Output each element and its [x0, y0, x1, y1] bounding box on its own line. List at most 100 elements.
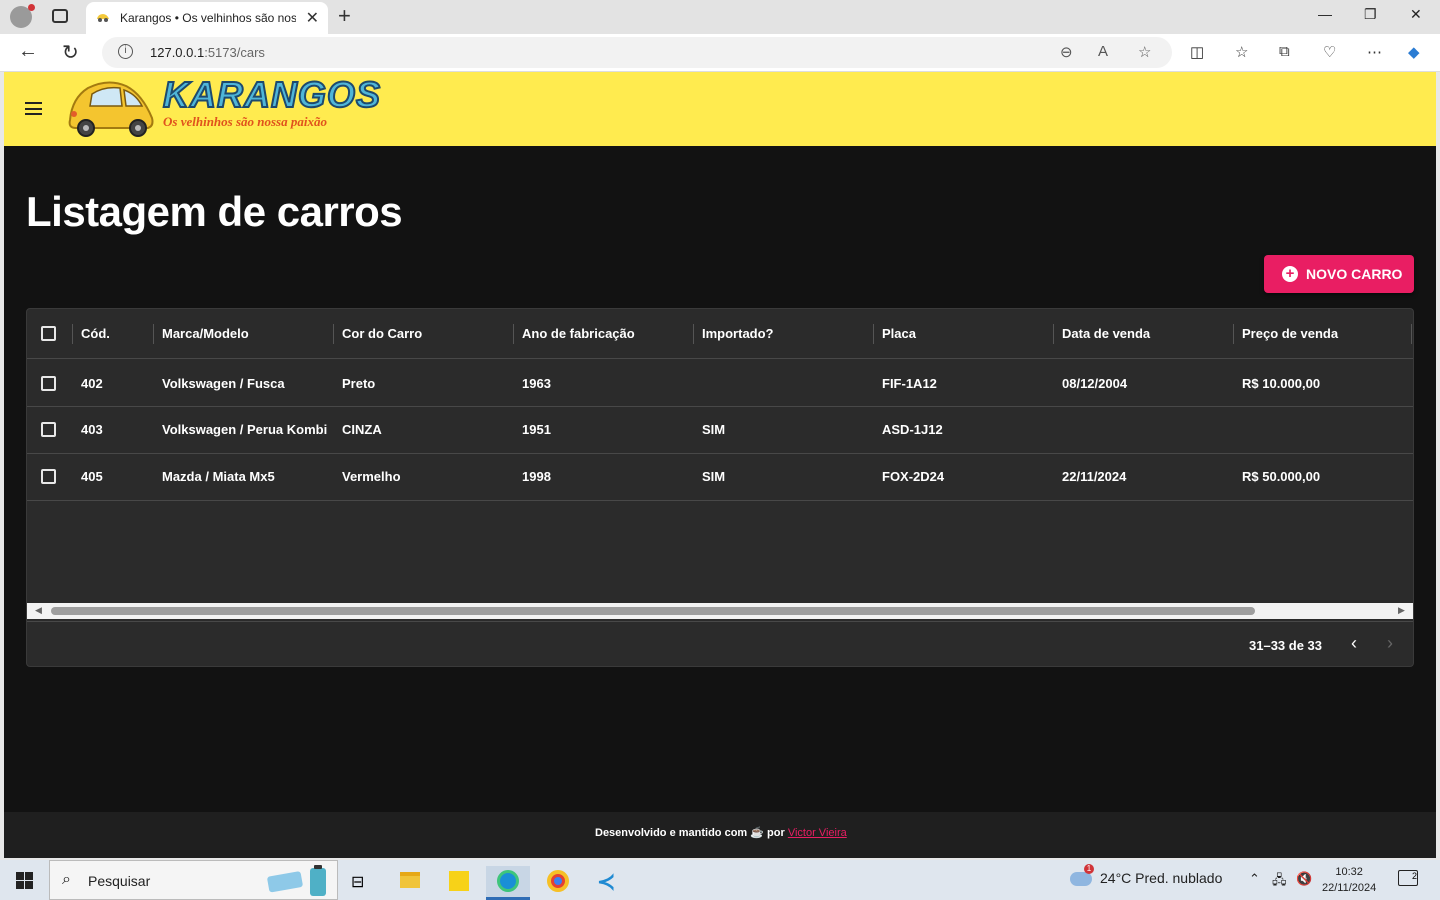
next-page-icon[interactable]: ›: [1387, 633, 1393, 654]
profile-icon[interactable]: [10, 4, 35, 28]
column-header-sale-date[interactable]: Data de venda: [1062, 326, 1150, 341]
column-separator: [333, 324, 334, 344]
cell-brand-model: Mazda / Miata Mx5: [162, 469, 275, 484]
cell-year: 1963: [522, 376, 551, 391]
favorite-star-icon[interactable]: ☆: [1138, 43, 1151, 61]
address-field[interactable]: i 127.0.0.1:5173/cars ⊖ A ☆: [102, 37, 1172, 68]
cell-year: 1951: [522, 422, 551, 437]
menu-icon[interactable]: [25, 102, 42, 115]
weather-widget[interactable]: 1 24°C Pred. nublado: [1070, 864, 1223, 887]
edge-browser-icon[interactable]: [486, 866, 530, 900]
column-separator: [153, 324, 154, 344]
clock-date: 22/11/2024: [1322, 882, 1377, 894]
pagination-range: 31–33 de 33: [1249, 638, 1323, 653]
browser-essentials-icon[interactable]: ♡: [1323, 43, 1336, 61]
new-tab-icon[interactable]: +: [338, 3, 351, 29]
grid-pagination: 31–33 de 33 ‹ ›: [27, 621, 1413, 667]
copilot-icon[interactable]: ◆: [1408, 43, 1420, 61]
travel-luggage-icon: [267, 865, 326, 896]
cell-code: 405: [81, 469, 103, 484]
row-checkbox[interactable]: [41, 469, 56, 484]
weather-text: 24°C Pred. nublado: [1100, 870, 1223, 886]
file-explorer-icon[interactable]: [388, 866, 432, 900]
reload-icon[interactable]: ↻: [62, 40, 79, 65]
new-car-button[interactable]: + NOVO CARRO: [1264, 255, 1414, 293]
cell-code: 403: [81, 422, 103, 437]
author-link[interactable]: Victor Vieira: [788, 827, 847, 839]
cell-plate: ASD-1J12: [882, 422, 943, 437]
column-header-color[interactable]: Cor do Carro: [342, 326, 422, 341]
car-favicon-icon: [97, 14, 109, 22]
column-header-year[interactable]: Ano de fabricação: [522, 326, 635, 341]
scroll-left-icon[interactable]: ◀: [35, 605, 42, 616]
column-separator: [1233, 324, 1234, 344]
column-separator: [873, 324, 874, 344]
cell-imported: SIM: [702, 469, 726, 484]
column-header-plate[interactable]: Placa: [882, 326, 916, 341]
url-path: :5173/cars: [204, 45, 265, 60]
table-row[interactable]: 402 Volkswagen / Fusca Preto 1963 FIF-1A…: [27, 360, 1413, 407]
split-screen-icon[interactable]: ◫: [1190, 43, 1204, 61]
cell-sale-price: R$ 50.000,00: [1242, 469, 1321, 484]
network-icon[interactable]: 🖧: [1272, 871, 1287, 893]
windows-start-icon[interactable]: [16, 872, 33, 889]
url-host: 127.0.0.1: [150, 45, 205, 60]
coffee-icon: ☕: [750, 827, 764, 839]
column-separator: [72, 324, 73, 344]
task-view-icon[interactable]: ⊟: [338, 866, 382, 900]
row-checkbox[interactable]: [41, 422, 56, 437]
close-tab-icon[interactable]: ✕: [306, 8, 319, 28]
column-separator: [1053, 324, 1054, 344]
settings-more-icon[interactable]: ⋯: [1367, 43, 1382, 61]
back-icon[interactable]: ←: [18, 40, 38, 63]
read-aloud-icon[interactable]: A: [1098, 43, 1108, 60]
taskbar-search[interactable]: ⌕ Pesquisar: [49, 860, 338, 900]
scrollbar-thumb[interactable]: [51, 607, 1255, 615]
column-header-sale-price[interactable]: Preço de venda: [1242, 326, 1338, 341]
column-separator: [1411, 324, 1412, 344]
horizontal-scrollbar[interactable]: ◀ ▶: [27, 603, 1413, 619]
collections-icon[interactable]: ⧉: [1279, 43, 1290, 60]
table-row[interactable]: 405 Mazda / Miata Mx5 Vermelho 1998 SIM …: [27, 454, 1413, 501]
close-window-icon[interactable]: ✕: [1410, 6, 1422, 23]
column-header-imported[interactable]: Importado?: [702, 326, 774, 341]
add-circle-icon: +: [1282, 266, 1298, 282]
app-root: KARANGOS Os velhinhos são nossa paixão L…: [4, 72, 1436, 858]
favorites-icon[interactable]: ☆: [1235, 43, 1248, 61]
cell-brand-model: Volkswagen / Fusca: [162, 376, 285, 391]
taskbar-clock[interactable]: 10:32 22/11/2024: [1322, 864, 1376, 896]
column-header-code[interactable]: Cód.: [81, 326, 110, 341]
search-placeholder: Pesquisar: [88, 873, 151, 889]
previous-page-icon[interactable]: ‹: [1351, 633, 1357, 654]
site-info-icon[interactable]: i: [118, 44, 133, 59]
cell-code: 402: [81, 376, 103, 391]
search-icon: ⌕: [62, 871, 71, 888]
select-all-checkbox[interactable]: [41, 326, 56, 341]
os-taskbar: ⌕ Pesquisar ⊟ ≺ 1 24°C Pred. nublado ⌃ 🖧 …: [0, 860, 1440, 900]
restore-icon[interactable]: ❐: [1364, 6, 1377, 23]
notifications-icon[interactable]: 2: [1398, 870, 1418, 886]
sticky-notes-icon[interactable]: [437, 866, 481, 900]
scroll-right-icon[interactable]: ▶: [1398, 605, 1405, 616]
chevron-up-icon[interactable]: ⌃: [1249, 871, 1260, 887]
logo-subtitle: Os velhinhos são nossa paixão: [163, 114, 327, 129]
cell-brand-model: Volkswagen / Perua Kombi: [162, 422, 328, 437]
notification-count: 2: [1411, 871, 1417, 881]
vscode-icon[interactable]: ≺: [585, 866, 629, 900]
zoom-icon[interactable]: ⊖: [1060, 43, 1073, 61]
row-checkbox[interactable]: [41, 376, 56, 391]
cell-year: 1998: [522, 469, 551, 484]
cell-imported: SIM: [702, 422, 726, 437]
browser-tab[interactable]: Karangos • Os velhinhos são nossa paixão…: [86, 2, 328, 34]
page-title: Listagem de carros: [26, 188, 403, 235]
tab-actions-icon[interactable]: [52, 9, 68, 23]
logo-car-icon: [68, 81, 154, 137]
volume-muted-icon[interactable]: 🔇: [1296, 871, 1312, 887]
column-header-brand-model[interactable]: Marca/Modelo: [162, 326, 249, 341]
chrome-icon[interactable]: [536, 866, 580, 900]
minimize-icon[interactable]: —: [1318, 6, 1332, 22]
cell-plate: FIF-1A12: [882, 376, 937, 391]
footer-prefix: Desenvolvido e mantido com: [595, 827, 748, 839]
table-row[interactable]: 403 Volkswagen / Perua Kombi CINZA 1951 …: [27, 407, 1413, 454]
page-footer: Desenvolvido e mantido com ☕ por Victor …: [4, 812, 1436, 858]
